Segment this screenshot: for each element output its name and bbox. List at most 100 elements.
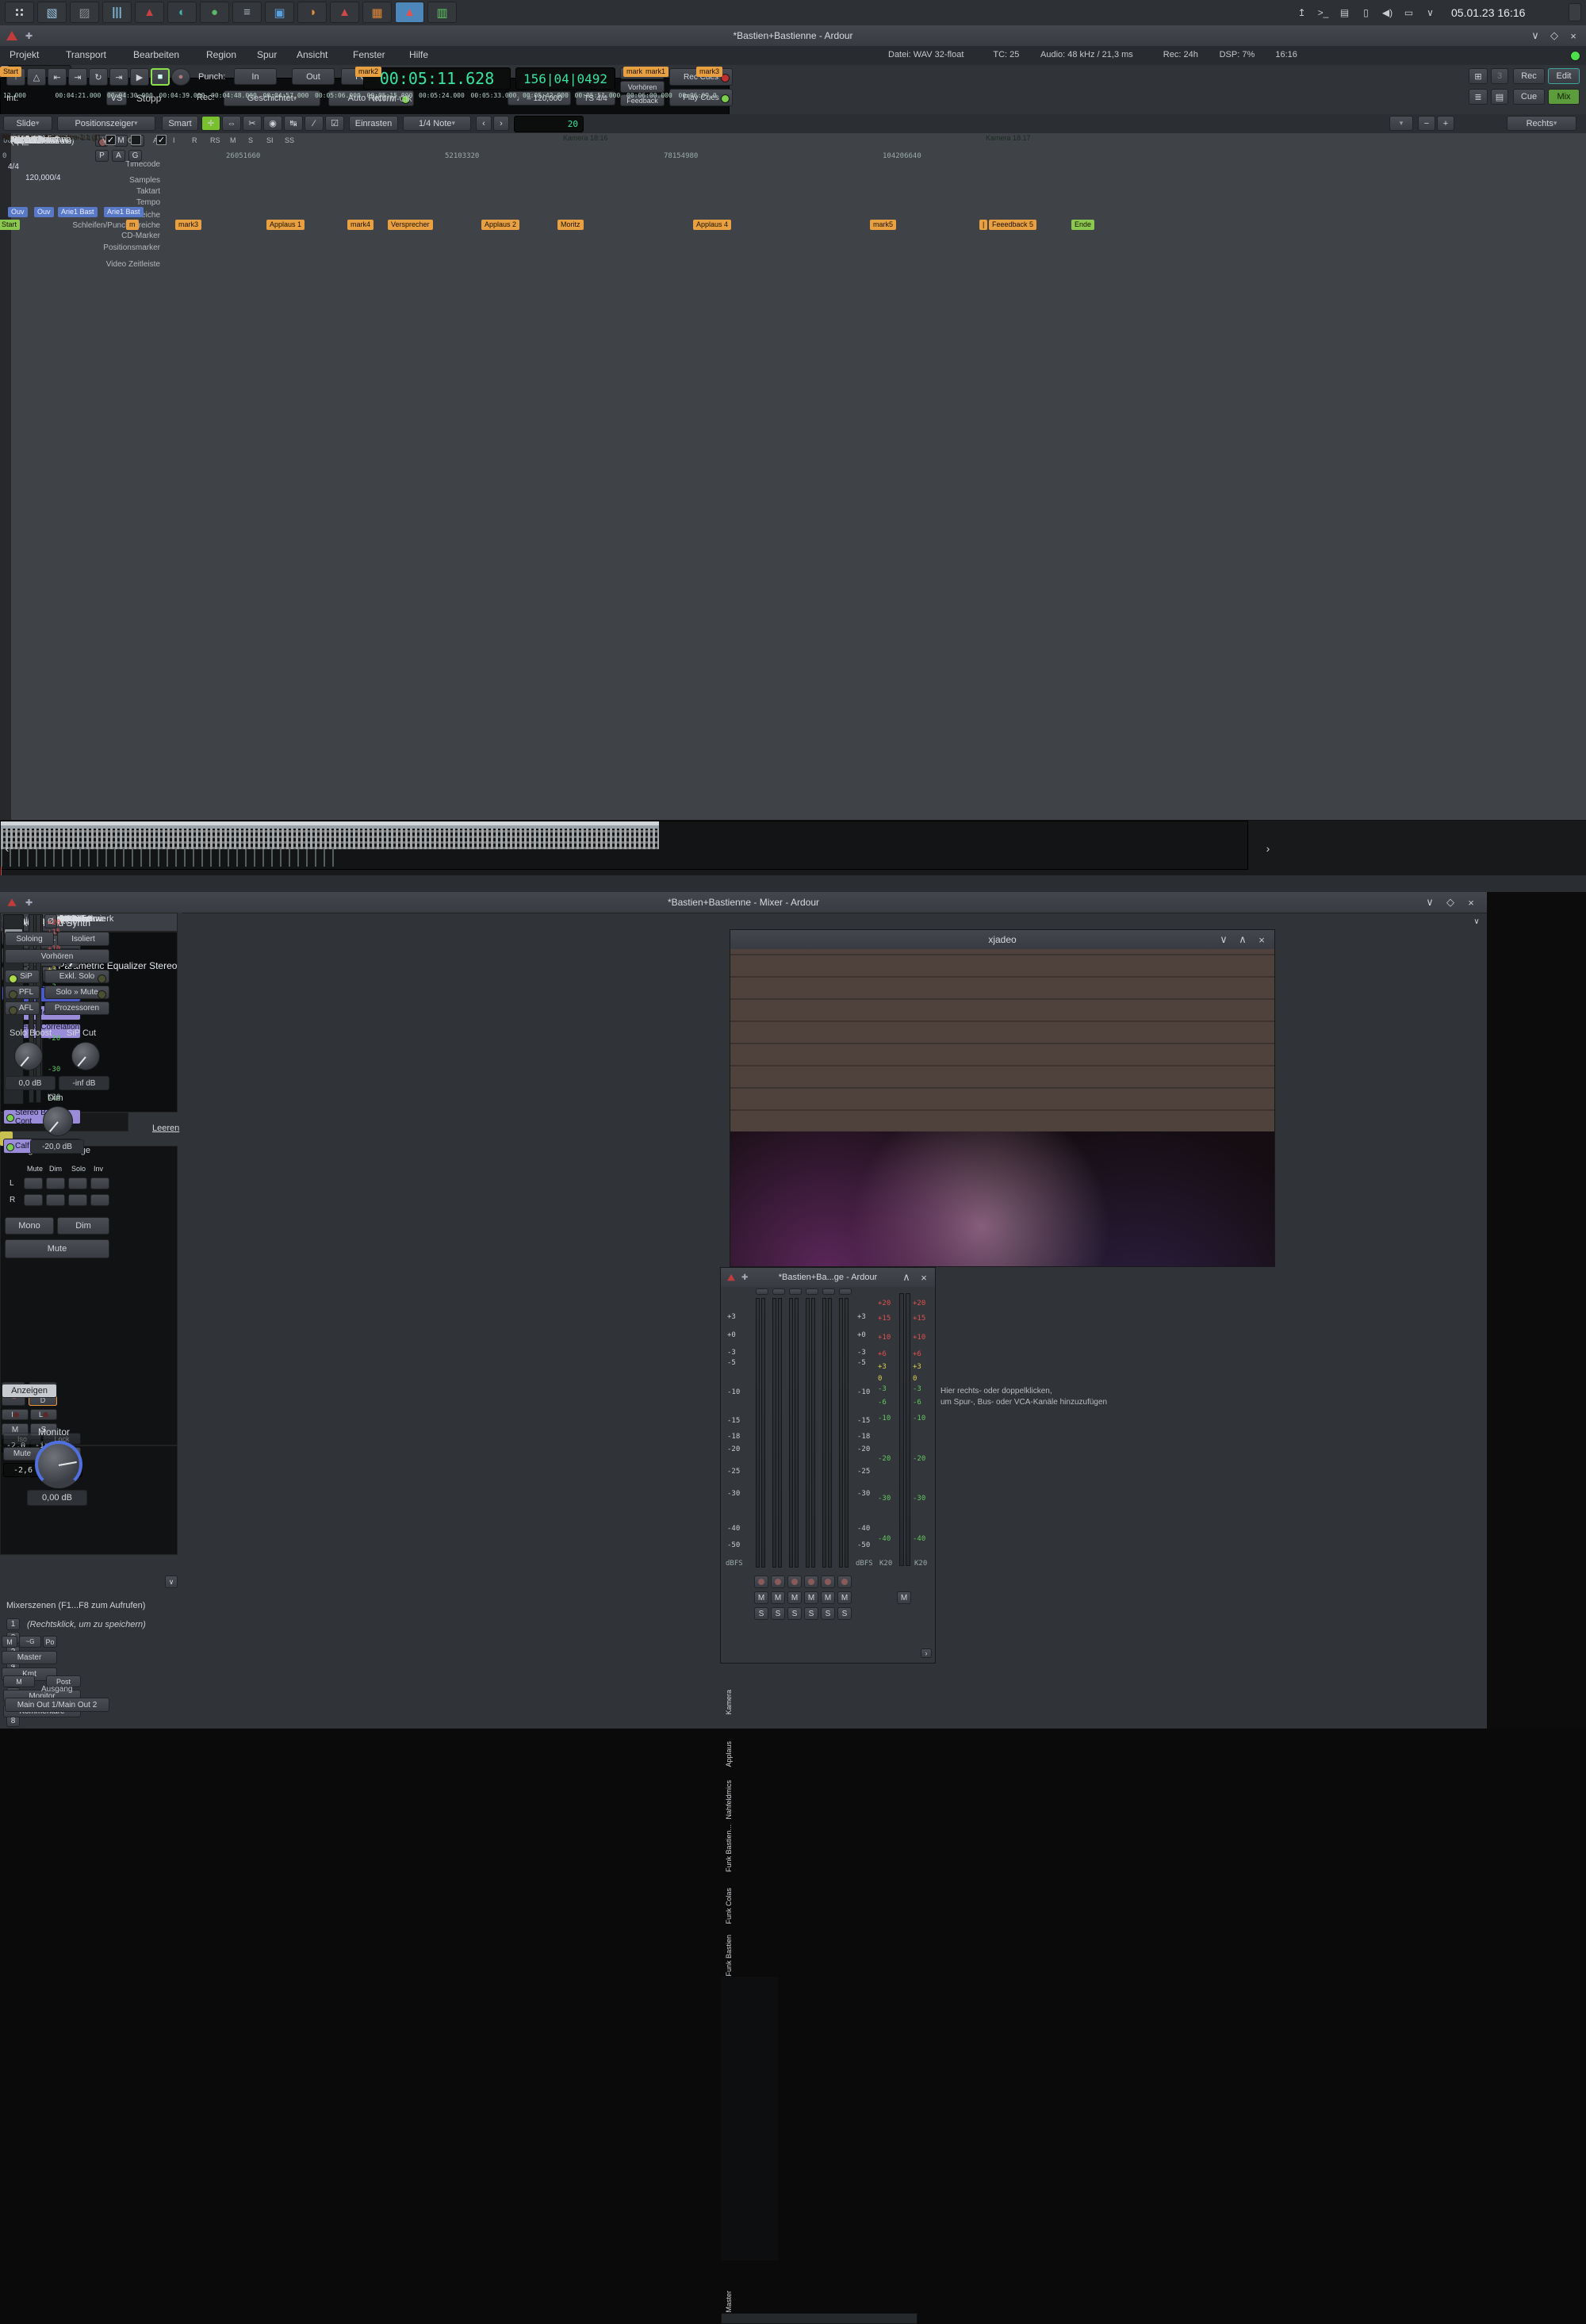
zoom-focus-dropdown[interactable]: ▾	[1389, 116, 1413, 131]
update-icon[interactable]: ↥	[1293, 4, 1311, 21]
meter-solo-button[interactable]: S	[787, 1607, 802, 1620]
clipboard-icon[interactable]: ▤	[1335, 4, 1354, 21]
position-marker[interactable]: Versprecher	[388, 220, 433, 230]
pag-button-a[interactable]: A	[112, 150, 125, 162]
meter-mute-button[interactable]: M	[837, 1591, 852, 1604]
audition-tool-icon[interactable]: ◉	[263, 116, 282, 131]
punch-in-button[interactable]: In	[234, 68, 277, 85]
iso-button[interactable]: Iso	[3, 1433, 41, 1445]
smart-mode-button[interactable]: Smart	[162, 116, 198, 131]
transport-button-3[interactable]: ⇥	[68, 68, 87, 86]
ardour-icon-1[interactable]: ▲	[135, 2, 164, 23]
settings-app-icon[interactable]: ≡	[232, 2, 262, 23]
channel-row[interactable]: kameramic2	[1, 1275, 177, 1289]
exclusive-solo-button[interactable]: Exkl. Solo	[44, 970, 109, 983]
clear-button[interactable]: Leeren	[152, 1124, 179, 1133]
cd-marker[interactable]: Ouv	[34, 207, 54, 217]
device-icon[interactable]: ▯	[1357, 4, 1375, 21]
audition-button[interactable]: Vorhören	[620, 81, 665, 93]
secondary-clock[interactable]: 156|04|0492	[515, 67, 615, 90]
meter-solo-button[interactable]: S	[771, 1607, 785, 1620]
meter-solo-button[interactable]: S	[837, 1607, 852, 1620]
output-button[interactable]: Main Out 1/Main Out 2	[5, 1698, 109, 1712]
display-icon[interactable]: ▭	[1400, 4, 1418, 21]
meter-record-button[interactable]	[804, 1575, 818, 1588]
window-preview-1[interactable]: ▧	[37, 2, 67, 23]
m-button[interactable]: M	[3, 1675, 35, 1687]
meter-input-button[interactable]	[772, 1288, 785, 1295]
position-marker[interactable]: Ende	[1071, 220, 1094, 230]
monitor-cell-R-Dim[interactable]	[46, 1194, 65, 1206]
stretch-tool-icon[interactable]: ↹	[284, 116, 303, 131]
monitor-cell-L-Solo[interactable]	[68, 1177, 87, 1189]
xjadeo-restore-button[interactable]: ∧	[1233, 933, 1252, 946]
meter-input-button[interactable]	[789, 1288, 802, 1295]
editor-maximize-button[interactable]: ◇	[1545, 29, 1564, 42]
meter-solo-button[interactable]: S	[804, 1607, 818, 1620]
transport-button-4[interactable]: ↻	[89, 68, 108, 86]
transport-button-5[interactable]: ⇥	[109, 68, 128, 86]
xjadeo-minimize-button[interactable]: ∨	[1214, 933, 1233, 946]
processors-button[interactable]: Prozessoren	[44, 1001, 109, 1015]
summary-overview[interactable]	[0, 821, 1248, 870]
menu-transport[interactable]: Transport	[66, 49, 106, 60]
monitor-cell-R-Mute[interactable]	[24, 1194, 43, 1206]
meter-record-button[interactable]	[771, 1575, 785, 1588]
timeline-marker[interactable]: Start	[0, 67, 21, 77]
pag-button-p[interactable]: P	[95, 150, 109, 162]
page-rec-button[interactable]: Rec	[1513, 68, 1545, 84]
group-row[interactable]: ✓Cam1	[1, 1503, 177, 1518]
show-desktop-button[interactable]	[1569, 3, 1581, 21]
layout-icon-button[interactable]: ⊞	[1469, 68, 1488, 84]
paint-app-icon[interactable]: ◐	[167, 2, 197, 23]
ardour-icon-2[interactable]: ▲	[330, 2, 359, 23]
group-scroll-down[interactable]: ∨	[165, 1575, 178, 1588]
draw-tool-icon[interactable]: ∕	[305, 116, 324, 131]
table-checkbox[interactable]: ✓	[156, 135, 167, 145]
meter-solo-button[interactable]: S	[821, 1607, 835, 1620]
post-button[interactable]: Po	[43, 1636, 57, 1648]
strip-mute-button[interactable]: M	[2, 1636, 17, 1648]
launcher-icon[interactable]: ∷	[5, 2, 34, 23]
meter-channel-name-box[interactable]: Funk Bastien	[721, 1924, 737, 1977]
solo-mute-button[interactable]: Solo » Mute	[44, 986, 109, 999]
edit-point-dropdown[interactable]: Positionszeiger▾	[57, 116, 155, 131]
audition-button[interactable]: Vorhören	[5, 949, 109, 963]
mixer-titlebar[interactable]: ✚ *Bastien+Bastienne - Mixer - Ardour ∨ …	[0, 892, 1487, 913]
edit-mode-dropdown[interactable]: Slide▾	[3, 116, 52, 131]
cd-marker[interactable]: Arie1 Bast	[104, 207, 144, 217]
meterbridge-close-button[interactable]: ×	[914, 1272, 933, 1284]
solo-boost-value[interactable]: 0,0 dB	[5, 1076, 56, 1090]
output-button[interactable]: Master	[2, 1651, 57, 1664]
ardour-active-icon[interactable]: ▲	[395, 2, 424, 23]
pfl-button[interactable]: PFL	[5, 986, 40, 999]
zoom-out-button[interactable]: −	[1418, 116, 1435, 131]
primary-clock[interactable]: 00:05:11.628	[363, 67, 511, 90]
nudge-left-button[interactable]: ‹	[476, 116, 492, 131]
zoom-right-dropdown[interactable]: Rechts▾	[1507, 116, 1576, 131]
zoom-in-button[interactable]: +	[1437, 116, 1454, 131]
meterbridge-titlebar[interactable]: ✚ *Bastien+Ba...ge - Ardour ∧ ×	[721, 1268, 935, 1288]
position-marker[interactable]: mark3	[175, 220, 201, 230]
meter-input-button[interactable]	[756, 1288, 768, 1295]
anzeigen-button[interactable]: Anzeigen	[2, 1384, 57, 1398]
monitor-cell-L-Inv[interactable]	[90, 1177, 109, 1189]
meter-mute-button[interactable]: M	[754, 1591, 768, 1604]
chat-app-icon[interactable]: ●	[200, 2, 229, 23]
menu-ansicht[interactable]: Ansicht	[297, 49, 328, 60]
page-edit-button[interactable]: Edit	[1548, 68, 1580, 84]
mono-button[interactable]: Mono	[5, 1217, 54, 1235]
dim-button[interactable]: Dim	[57, 1217, 109, 1235]
channel-row[interactable]: Funk Mix	[1, 1289, 177, 1304]
transport-button-1[interactable]: △	[27, 68, 46, 86]
meter-channel-name-box[interactable]: Kamera	[721, 1663, 737, 1715]
xjadeo-close-button[interactable]: ×	[1252, 934, 1271, 946]
menu-region[interactable]: Region	[206, 49, 236, 60]
transport-button-2[interactable]: ⇤	[48, 68, 67, 86]
menu-fenster[interactable]: Fenster	[353, 49, 385, 60]
layout-count-button[interactable]: 3	[1491, 68, 1508, 84]
meter-record-button[interactable]	[754, 1575, 768, 1588]
monitor-level-value[interactable]: 0,00 dB	[27, 1490, 87, 1506]
monitor-level-knob[interactable]	[35, 1441, 82, 1488]
position-marker[interactable]: Applaus 4	[693, 220, 731, 230]
